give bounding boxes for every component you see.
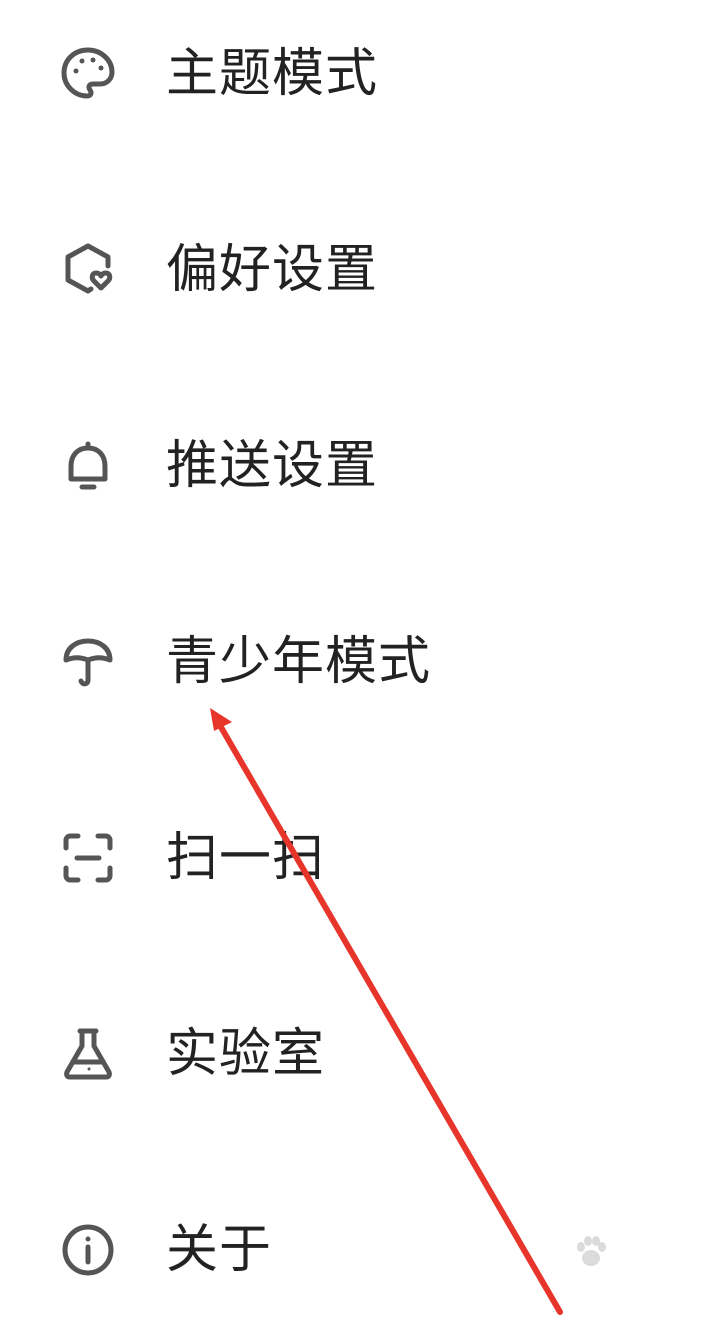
menu-item-teen-mode[interactable]: 青少年模式	[0, 605, 719, 715]
hexagon-heart-icon	[58, 240, 118, 300]
menu-item-label: 关于	[166, 1220, 273, 1280]
menu-item-theme-mode[interactable]: 主题模式	[0, 17, 719, 127]
menu-item-label: 实验室	[166, 1024, 326, 1084]
menu-item-lab[interactable]: 实验室	[0, 997, 719, 1107]
palette-icon	[58, 44, 118, 104]
menu-item-label: 偏好设置	[166, 240, 379, 300]
info-icon	[58, 1220, 118, 1280]
menu-item-label: 主题模式	[166, 44, 379, 104]
menu-item-label: 推送设置	[166, 436, 379, 496]
scan-icon	[58, 828, 118, 888]
settings-menu: 主题模式 偏好设置 推送设置 青少年模式 扫一扫 实验室 关于	[0, 0, 719, 1318]
menu-item-label: 青少年模式	[166, 632, 432, 692]
bell-icon	[58, 436, 118, 496]
menu-item-about[interactable]: 关于	[0, 1193, 719, 1303]
menu-item-label: 扫一扫	[166, 828, 326, 888]
umbrella-icon	[58, 632, 118, 692]
menu-item-scan[interactable]: 扫一扫	[0, 801, 719, 911]
flask-icon	[58, 1024, 118, 1084]
menu-item-preferences[interactable]: 偏好设置	[0, 213, 719, 323]
menu-item-push-settings[interactable]: 推送设置	[0, 409, 719, 519]
